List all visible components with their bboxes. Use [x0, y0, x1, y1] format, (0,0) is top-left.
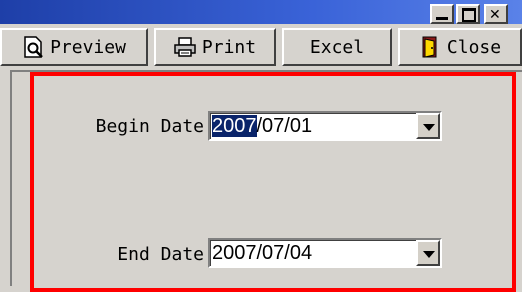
- maximize-button[interactable]: [456, 4, 480, 24]
- preview-button[interactable]: Preview: [0, 28, 148, 66]
- window-close-button[interactable]: ✕: [484, 4, 508, 24]
- toolbar: Preview Print Excel Close: [0, 24, 522, 70]
- minimize-icon: [436, 17, 448, 20]
- begin-date-label: Begin Date: [95, 116, 204, 137]
- begin-date-value[interactable]: 2007/07/01: [212, 114, 312, 138]
- begin-date-rest-text: /07/01: [256, 115, 313, 137]
- end-date-dropdown[interactable]: 2007/07/04: [208, 238, 442, 268]
- preview-label: Preview: [50, 36, 126, 58]
- print-label: Print: [201, 36, 257, 58]
- close-door-icon: [422, 36, 437, 58]
- print-icon: [174, 37, 196, 57]
- begin-date-selected-text: 2007: [212, 115, 257, 137]
- dropdown-arrow-icon: [423, 251, 435, 258]
- begin-date-dropdown-button[interactable]: [416, 113, 440, 139]
- minimize-button[interactable]: [430, 4, 454, 24]
- preview-icon: [24, 36, 43, 58]
- end-date-value[interactable]: 2007/07/04: [212, 241, 312, 265]
- title-bar: ✕: [0, 0, 522, 24]
- maximize-icon: [462, 8, 476, 22]
- excel-label: Excel: [309, 36, 365, 58]
- close-button[interactable]: Close: [398, 28, 522, 66]
- close-label: Close: [446, 36, 502, 58]
- end-date-dropdown-button[interactable]: [416, 240, 440, 266]
- dropdown-arrow-icon: [423, 124, 435, 131]
- end-date-label: End Date: [117, 244, 204, 265]
- window-close-icon: ✕: [489, 7, 501, 23]
- begin-date-dropdown[interactable]: 2007/07/01: [208, 111, 442, 141]
- print-button[interactable]: Print: [154, 28, 276, 66]
- excel-button[interactable]: Excel: [282, 28, 392, 66]
